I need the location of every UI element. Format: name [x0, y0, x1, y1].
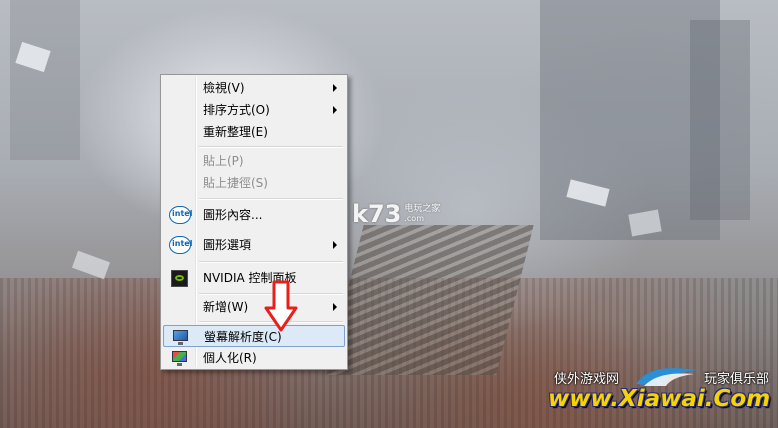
menu-separator [199, 261, 343, 263]
menu-item-icon-slot: intel [167, 206, 192, 224]
menu-item-label: 重新整理(E) [203, 125, 268, 139]
menu-item-label: 貼上捷徑(S) [203, 176, 268, 190]
wave-logo-icon [636, 368, 698, 386]
xiawai-right-text: 玩家俱乐部 [704, 372, 770, 387]
menu-item-new[interactable]: 新增(W) [163, 296, 345, 318]
k73-com-text: .com [404, 214, 424, 223]
menu-item-label: 新增(W) [203, 300, 249, 314]
menu-item-nvidia-control-panel[interactable]: NVIDIA 控制面板 [163, 267, 345, 289]
menu-item-icon-slot [167, 269, 188, 287]
submenu-arrow-icon [333, 106, 337, 114]
menu-item-view[interactable]: 檢視(V) [163, 77, 345, 99]
intel-icon-text: intel [172, 239, 193, 248]
desktop-context-menu: 檢視(V) 排序方式(O) 重新整理(E) 貼上(P) 貼上捷徑(S) inte… [160, 74, 348, 370]
menu-item-label: 貼上(P) [203, 154, 244, 168]
menu-item-refresh[interactable]: 重新整理(E) [163, 121, 345, 143]
menu-item-paste-shortcut[interactable]: 貼上捷徑(S) [163, 172, 345, 194]
xiawai-watermark: 侠外游戏网 玩家俱乐部 www.Xiawai.Com [548, 362, 774, 424]
intel-icon: intel [169, 206, 193, 224]
k73-subtext: 电玩之家 .com [404, 204, 440, 224]
submenu-arrow-icon [333, 303, 337, 311]
submenu-arrow-icon [333, 241, 337, 249]
menu-item-sort-by[interactable]: 排序方式(O) [163, 99, 345, 121]
menu-item-label: 檢視(V) [203, 81, 245, 95]
xiawai-left-text: 侠外游戏网 [554, 372, 620, 387]
xiawai-url-text: www.Xiawai.Com [548, 386, 771, 412]
nvidia-icon [171, 270, 188, 287]
menu-item-paste[interactable]: 貼上(P) [163, 150, 345, 172]
menu-item-graphics-options[interactable]: intel 圖形選項 [163, 234, 345, 256]
submenu-arrow-icon [333, 84, 337, 92]
menu-separator [199, 146, 343, 148]
intel-icon-text: intel [172, 209, 193, 218]
menu-item-icon-slot [168, 328, 188, 346]
k73-logo-text: k73 [352, 200, 402, 228]
menu-separator [199, 198, 343, 200]
background-flag [71, 250, 111, 280]
menu-item-label: 圖形內容... [203, 208, 263, 222]
personalize-icon [172, 351, 187, 366]
menu-item-icon-slot: intel [167, 236, 192, 254]
menu-item-label: 螢幕解析度(C) [204, 330, 282, 344]
red-down-arrow-icon [264, 280, 298, 332]
menu-item-icon-slot [167, 349, 187, 367]
menu-item-label: 排序方式(O) [203, 103, 270, 117]
intel-icon: intel [169, 236, 193, 254]
background-tower [10, 0, 80, 160]
background-tower [690, 20, 750, 220]
display-icon [173, 330, 188, 345]
k73-cn-text: 电玩之家 [404, 204, 441, 214]
menu-item-personalize[interactable]: 個人化(R) [163, 347, 345, 369]
menu-item-graphics-properties[interactable]: intel 圖形內容... [163, 204, 345, 226]
menu-item-label: 個人化(R) [203, 351, 257, 365]
menu-item-screen-resolution[interactable]: 螢幕解析度(C) [163, 325, 345, 347]
menu-item-label: 圖形選項 [203, 238, 252, 252]
